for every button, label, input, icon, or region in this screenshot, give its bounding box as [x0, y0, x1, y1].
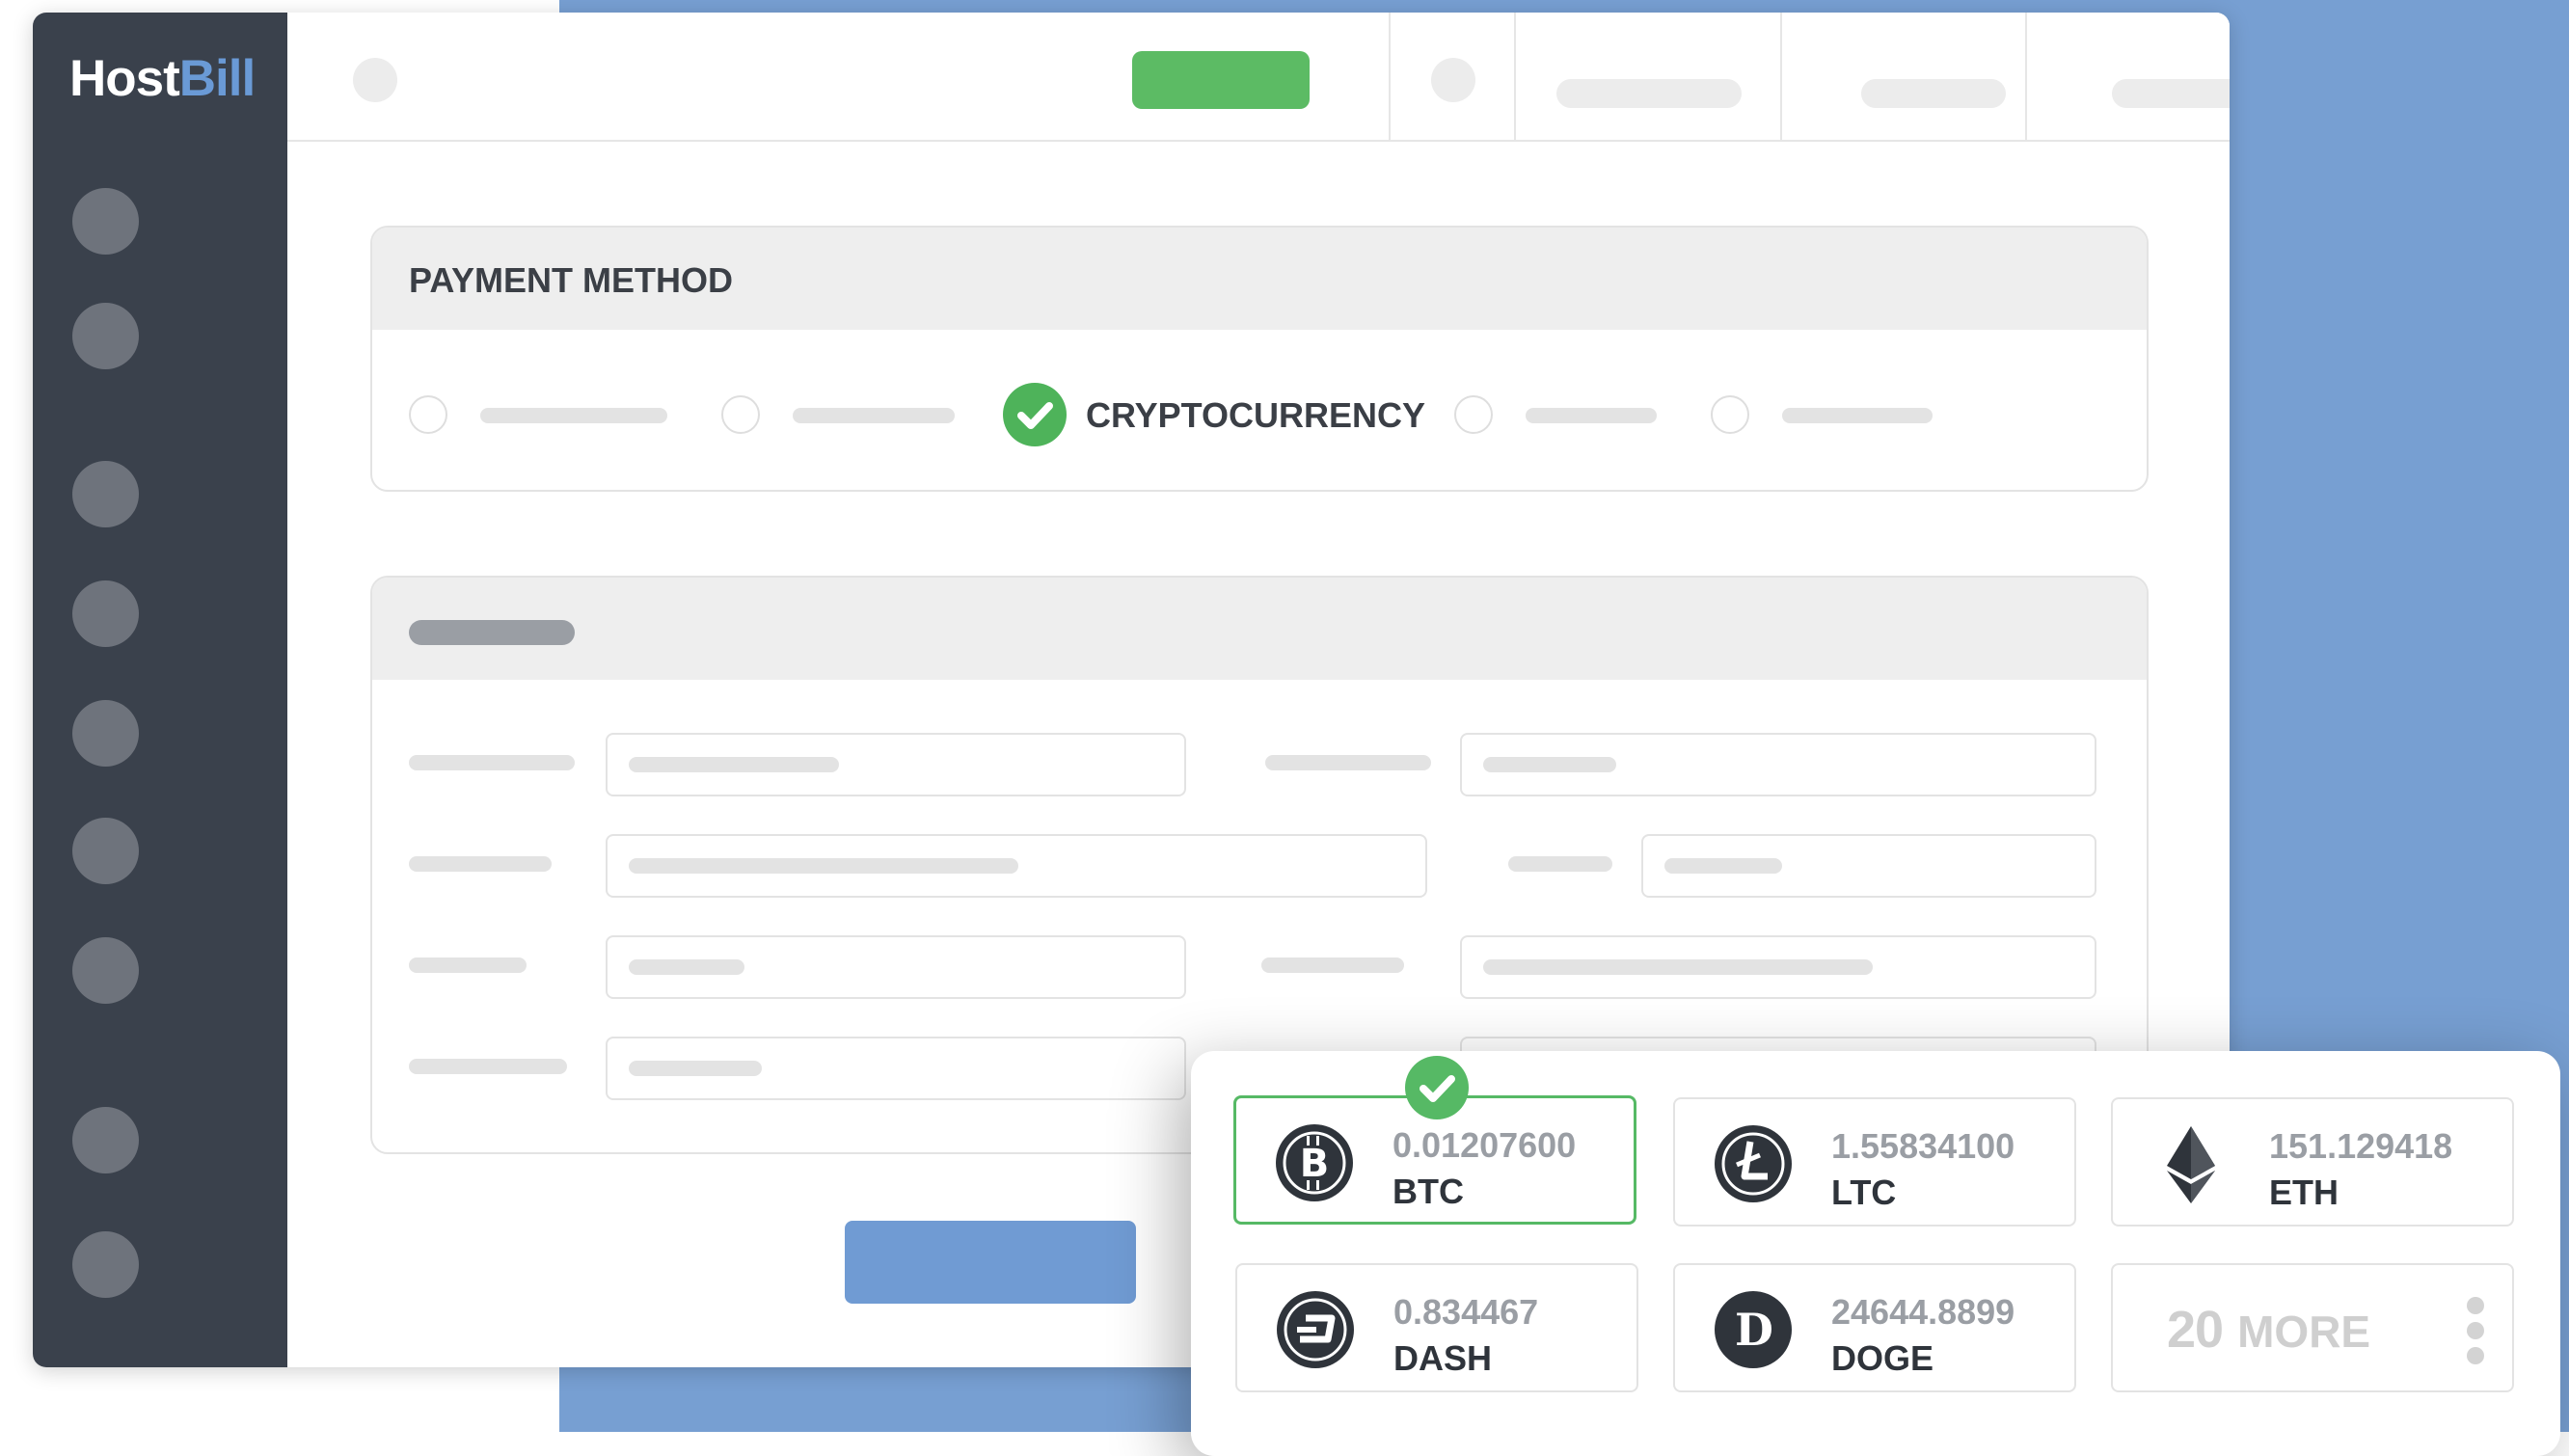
coin-amount: 1.55834100	[1831, 1126, 2015, 1166]
dogecoin-icon: D	[1715, 1291, 1792, 1368]
coin-amount: 24644.8899	[1831, 1292, 2015, 1332]
sidebar-nav-item[interactable]	[72, 700, 139, 767]
payment-option-radio[interactable]	[1454, 395, 1493, 434]
sidebar-nav-item[interactable]	[72, 580, 139, 647]
field-label	[409, 1059, 567, 1074]
payment-option-radio[interactable]	[721, 395, 760, 434]
field-label	[409, 755, 575, 770]
litecoin-icon	[1715, 1125, 1792, 1202]
sidebar-nav-item[interactable]	[72, 1231, 139, 1298]
hostbill-logo[interactable]: HostBill	[69, 49, 256, 108]
payment-option-label	[1526, 408, 1657, 423]
divider	[1780, 13, 1782, 140]
logo-text-main: Host	[69, 50, 180, 107]
coin-amount: 0.01207600	[1393, 1125, 1577, 1165]
payment-option-label	[1782, 408, 1933, 423]
payment-option-label	[480, 408, 667, 423]
more-label: MORE	[2237, 1307, 2371, 1357]
field-label	[1508, 856, 1612, 872]
bitcoin-icon: B	[1276, 1124, 1353, 1201]
notification-icon[interactable]	[1431, 58, 1475, 102]
text-input[interactable]	[1641, 834, 2096, 898]
text-input[interactable]	[1460, 935, 2096, 999]
crypto-currency-picker: B 0.01207600 BTC 1.55834100 LTC 151.1294…	[1191, 1051, 2560, 1456]
crypto-option-ltc[interactable]: 1.55834100 LTC	[1673, 1097, 2076, 1227]
logo-text-accent: Bill	[178, 50, 256, 107]
more-count: 20	[2167, 1301, 2224, 1359]
coin-amount: 151.129418	[2269, 1126, 2453, 1166]
panel-header	[372, 578, 2147, 680]
coin-symbol: DASH	[1393, 1338, 1493, 1378]
divider	[1389, 13, 1391, 140]
payment-option-radio[interactable]	[409, 395, 447, 434]
sidebar-nav-item[interactable]	[72, 461, 139, 527]
crypto-option-eth[interactable]: 151.129418 ETH	[2111, 1097, 2514, 1227]
top-menu-item[interactable]	[1556, 79, 1742, 108]
text-input[interactable]	[606, 733, 1186, 796]
field-label	[409, 957, 527, 973]
cryptocurrency-option-label[interactable]: CRYPTOCURRENCY	[1086, 395, 1425, 436]
ethereum-icon	[2167, 1126, 2215, 1203]
text-input[interactable]	[606, 1037, 1186, 1100]
top-menu-item[interactable]	[1861, 79, 2006, 108]
field-label	[1261, 957, 1404, 973]
submit-button[interactable]	[845, 1221, 1136, 1304]
sidebar-nav-item[interactable]	[72, 818, 139, 884]
text-input[interactable]	[606, 834, 1427, 898]
coin-symbol: BTC	[1393, 1172, 1464, 1211]
menu-toggle-icon[interactable]	[353, 58, 397, 102]
panel-header: PAYMENT METHOD	[372, 228, 2147, 330]
field-label	[1265, 755, 1431, 770]
text-input[interactable]	[606, 935, 1186, 999]
payment-option-label	[793, 408, 955, 423]
more-vertical-icon	[2467, 1297, 2484, 1364]
panel-title-placeholder	[409, 620, 575, 645]
top-bar	[287, 13, 2230, 142]
payment-method-panel: PAYMENT METHOD CRYPTOCURRENCY	[370, 226, 2149, 492]
field-label	[409, 856, 552, 872]
top-menu-item[interactable]	[2112, 79, 2230, 108]
primary-action-button[interactable]	[1132, 51, 1310, 109]
dash-icon	[1277, 1291, 1354, 1368]
svg-text:D: D	[1735, 1304, 1773, 1356]
payment-option-radio[interactable]	[1711, 395, 1749, 434]
sidebar: HostBill	[33, 13, 287, 1367]
divider	[1514, 13, 1516, 140]
sidebar-nav-item[interactable]	[72, 188, 139, 255]
selected-check-icon[interactable]	[1003, 383, 1067, 446]
coin-symbol: ETH	[2269, 1173, 2339, 1212]
divider	[2025, 13, 2027, 140]
crypto-option-dash[interactable]: 0.834467 DASH	[1235, 1263, 1638, 1392]
sidebar-nav-item[interactable]	[72, 937, 139, 1004]
more-currencies-label: 20 MORE	[2167, 1300, 2370, 1360]
sidebar-nav-item[interactable]	[72, 1107, 139, 1173]
more-currencies-button[interactable]: 20 MORE	[2111, 1263, 2514, 1392]
coin-symbol: DOGE	[1831, 1338, 1934, 1378]
coin-amount: 0.834467	[1393, 1292, 1539, 1332]
crypto-option-doge[interactable]: D 24644.8899 DOGE	[1673, 1263, 2076, 1392]
sidebar-nav-item[interactable]	[72, 303, 139, 369]
svg-text:B: B	[1300, 1142, 1330, 1186]
text-input[interactable]	[1460, 733, 2096, 796]
coin-symbol: LTC	[1831, 1173, 1897, 1212]
selected-coin-check-icon	[1405, 1056, 1469, 1119]
payment-method-title: PAYMENT METHOD	[409, 260, 734, 300]
